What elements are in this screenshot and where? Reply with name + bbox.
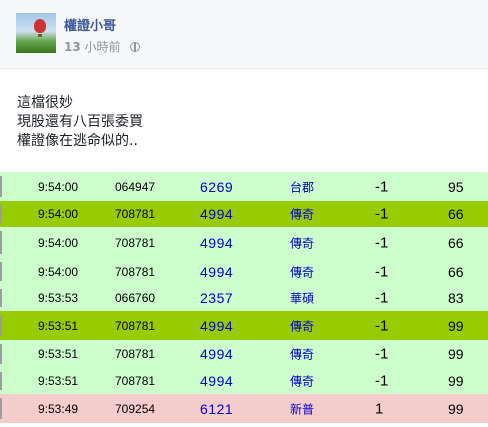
trade-time: 9:54:00: [38, 207, 79, 221]
post-header: 權證小哥 13 小時前: [0, 0, 488, 69]
stock-code: 4994: [200, 317, 234, 334]
stock-name: 傳奇: [290, 347, 315, 362]
row-marker: [0, 231, 2, 254]
table-row: 9:54:00 064947 6269 台郡 -1 95: [0, 172, 488, 201]
trade-id: 708781: [115, 235, 156, 250]
trade-volume: 99: [448, 346, 464, 362]
table-row: 9:54:00 708781 4994 傳奇 -1 66: [0, 258, 488, 285]
timestamp-unit[interactable]: 小時前: [85, 40, 121, 54]
trade-id: 708781: [115, 374, 156, 388]
post-meta: 13 小時前: [64, 38, 141, 55]
trade-volume: 83: [448, 290, 464, 306]
trade-time: 9:53:51: [38, 374, 79, 388]
trade-id: 708781: [115, 207, 156, 221]
post-text: 這檔很妙 現股還有八百張委買 權證像在逃命似的..: [17, 94, 143, 151]
table-row: 9:53:51 708781 4994 傳奇 -1 99: [0, 368, 488, 394]
post-line: 權證像在逃命似的..: [17, 133, 138, 149]
price-change: -1: [375, 234, 389, 251]
balloon-basket: [38, 34, 42, 37]
trade-id: 708781: [115, 347, 156, 361]
trade-time: 9:54:00: [38, 235, 79, 250]
trade-volume: 99: [448, 373, 464, 389]
trade-time: 9:54:00: [38, 179, 79, 194]
stock-name: 傳奇: [290, 236, 315, 250]
trade-time: 9:53:49: [38, 401, 79, 416]
price-change: -1: [375, 205, 389, 223]
trade-volume: 99: [448, 317, 464, 334]
table-row: 9:54:00 708781 4994 傳奇 -1 66: [0, 227, 488, 258]
stock-code: 4994: [200, 373, 234, 389]
row-marker: [0, 398, 2, 419]
row-marker: [0, 205, 2, 223]
row-marker: [0, 315, 2, 336]
table-row: 9:53:51 708781 4994 傳奇 -1 99: [0, 340, 488, 368]
table-row: 9:54:00 708781 4994 傳奇 -1 66: [0, 201, 488, 227]
trade-id: 064947: [115, 179, 156, 194]
row-marker: [0, 262, 2, 281]
stock-name: 新普: [290, 402, 315, 416]
trade-volume: 95: [448, 178, 464, 195]
stock-code: 4994: [200, 206, 234, 222]
trade-volume: 99: [448, 400, 464, 417]
price-change: -1: [375, 289, 389, 307]
trade-time: 9:53:51: [38, 347, 79, 361]
stock-code: 4994: [200, 346, 234, 362]
price-change: -1: [375, 263, 389, 280]
price-change: -1: [375, 372, 389, 390]
stock-name: 台郡: [290, 180, 315, 194]
table-row: 9:53:51 708781 4994 傳奇 -1 99: [0, 311, 488, 340]
trade-time: 9:54:00: [38, 264, 79, 279]
stock-name: 傳奇: [290, 207, 315, 222]
price-change: -1: [375, 345, 389, 363]
row-marker: [0, 176, 2, 197]
price-change: 1: [375, 400, 384, 417]
stock-code: 4994: [200, 263, 234, 280]
trade-id: 708781: [115, 318, 156, 333]
stock-name: 華碩: [290, 291, 315, 306]
timestamp-number[interactable]: 13: [64, 40, 81, 54]
stock-code: 2357: [200, 290, 234, 306]
trade-time: 9:53:53: [38, 291, 79, 305]
trade-id: 709254: [115, 401, 156, 416]
stock-code: 6121: [200, 400, 234, 417]
stock-name: 傳奇: [290, 319, 315, 333]
trade-time: 9:53:51: [38, 318, 79, 333]
trade-volume: 66: [448, 263, 464, 280]
price-change: -1: [375, 178, 389, 195]
author-name[interactable]: 權證小哥: [64, 15, 116, 34]
trade-volume: 66: [448, 234, 464, 251]
hot-air-balloon-icon: [34, 19, 46, 33]
trade-volume: 66: [448, 206, 464, 222]
globe-icon[interactable]: [130, 42, 141, 52]
trade-id: 066760: [115, 291, 156, 305]
row-marker: [0, 289, 2, 307]
post-line: 現股還有八百張委買: [17, 114, 143, 130]
post-line: 這檔很妙: [17, 95, 73, 111]
trade-screenshot[interactable]: 9:54:00 064947 6269 台郡 -1 95 9:54:00 708781 4994…: [0, 172, 488, 427]
price-change: -1: [375, 317, 389, 334]
avatar[interactable]: [16, 13, 56, 53]
stock-code: 6269: [200, 178, 234, 195]
stock-name: 傳奇: [290, 265, 315, 279]
table-row: 9:53:53 066760 2357 華碩 -1 83: [0, 285, 488, 311]
row-marker: [0, 372, 2, 390]
row-marker: [0, 344, 2, 364]
stock-name: 傳奇: [290, 374, 315, 389]
table-row: 9:53:49 709254 6121 新普 1 99: [0, 394, 488, 423]
trade-id: 708781: [115, 264, 156, 279]
stock-code: 4994: [200, 234, 234, 251]
